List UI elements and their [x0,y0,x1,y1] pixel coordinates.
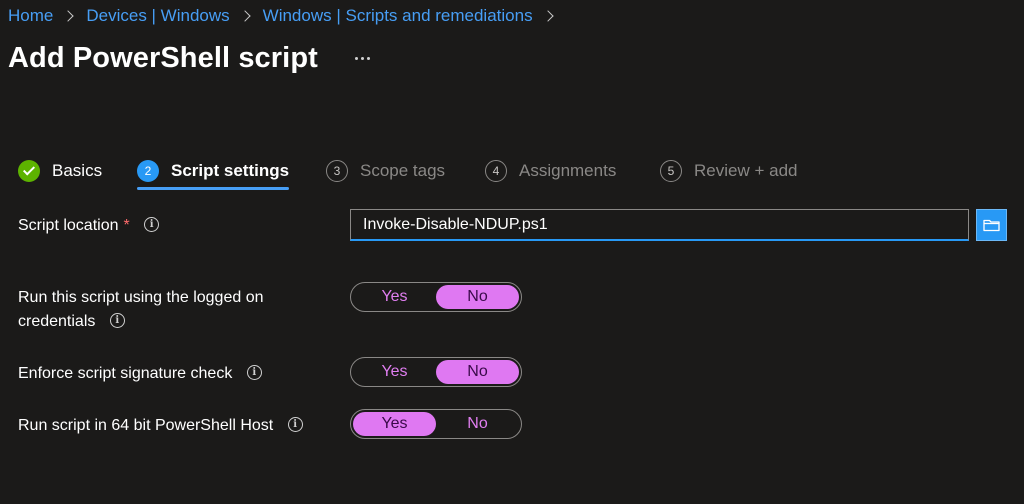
info-icon[interactable]: i [109,313,125,329]
run-logged-on-no[interactable]: No [436,285,519,309]
run-64bit-yes[interactable]: Yes [353,412,436,436]
page-title: Add PowerShell script [8,42,318,74]
info-icon[interactable]: i [246,365,262,381]
run-64bit-no[interactable]: No [436,412,519,436]
chevron-right-icon [238,10,251,22]
tab-label: Basics [52,161,103,180]
step-number: 4 [485,160,507,182]
signature-check-toggle[interactable]: Yes No [350,357,522,387]
chevron-right-icon [541,10,554,22]
run-logged-on-label-line2: credentials [18,313,96,330]
active-tab-indicator [137,187,290,190]
signature-check-label-text: Enforce script signature check [18,365,233,382]
breadcrumb-home[interactable]: Home [8,6,53,26]
script-location-label: Script location * i [18,214,160,238]
tab-script-settings[interactable]: 2 Script settings [137,154,290,190]
chevron-right-icon [62,10,75,22]
folder-icon[interactable] [976,209,1007,241]
run-logged-on-label-line1: Run this script using the logged on [18,289,264,306]
script-location-label-text: Script location [18,217,119,234]
step-number: 2 [137,160,159,182]
tab-review-add[interactable]: 5 Review + add [660,154,797,188]
required-mark: * [123,217,130,234]
signature-check-no[interactable]: No [436,360,519,384]
run-64bit-label-text: Run script in 64 bit PowerShell Host [18,417,274,434]
page: Home Devices | Windows Windows | Scripts… [0,0,1024,504]
step-number: 3 [326,160,348,182]
tab-scope-tags[interactable]: 3 Scope tags [326,154,445,188]
script-location-input[interactable] [350,209,969,241]
step-number: 5 [660,160,682,182]
tab-label: Scope tags [360,161,446,180]
tab-basics[interactable]: Basics [18,154,102,188]
run-logged-on-yes[interactable]: Yes [353,285,436,309]
info-icon[interactable]: i [287,417,303,433]
more-horizontal-icon[interactable] [352,48,374,70]
tab-label: Assignments [519,161,617,180]
checkmark-icon [18,160,40,182]
tab-label: Script settings [171,161,290,180]
breadcrumb-devices-windows[interactable]: Devices | Windows [86,6,229,26]
run-64bit-toggle[interactable]: Yes No [350,409,522,439]
title-row: Add PowerShell script [8,42,374,75]
breadcrumb-scripts-remediations[interactable]: Windows | Scripts and remediations [263,6,533,26]
run-logged-on-label: Run this script using the logged on cred… [18,286,263,334]
tab-label: Review + add [694,161,798,180]
breadcrumb: Home Devices | Windows Windows | Scripts… [8,6,566,26]
run-logged-on-toggle[interactable]: Yes No [350,282,522,312]
run-64bit-label: Run script in 64 bit PowerShell Host i [18,414,303,438]
signature-check-label: Enforce script signature check i [18,362,262,386]
signature-check-yes[interactable]: Yes [353,360,436,384]
info-icon[interactable]: i [144,217,160,233]
tab-assignments[interactable]: 4 Assignments [485,154,616,188]
